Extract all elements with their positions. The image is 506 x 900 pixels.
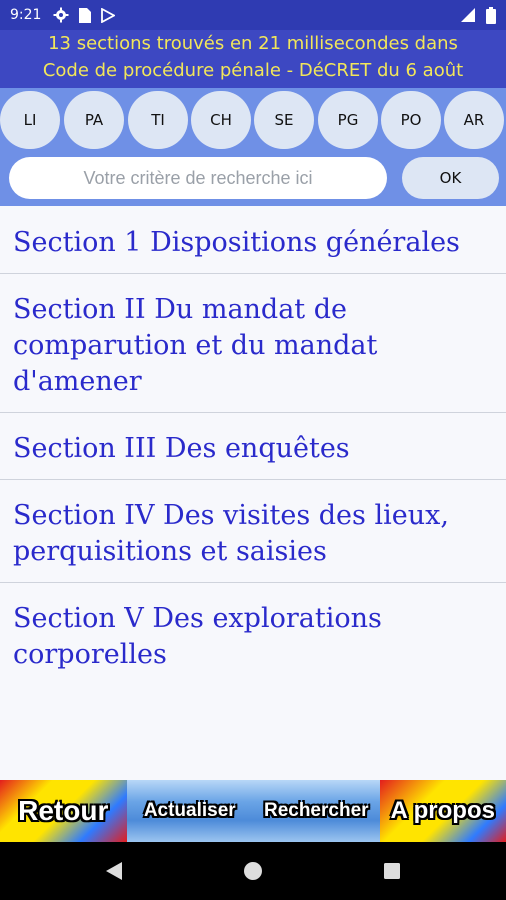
list-item[interactable]: Section II Du mandat de comparution et d…: [0, 274, 506, 413]
signal-icon: [461, 8, 475, 22]
list-item[interactable]: Section IV Des visites des lieux, perqui…: [0, 480, 506, 583]
home-circle-icon[interactable]: [243, 861, 263, 881]
filter-chip-ar[interactable]: AR: [444, 91, 504, 149]
filter-chip-ti[interactable]: TI: [128, 91, 188, 149]
results-list: Section 1 Dispositions générales Section…: [0, 207, 506, 685]
result-title: Section V Des explorations corporelles: [13, 603, 382, 670]
play-store-icon: [101, 7, 116, 23]
results-count-line: 13 sections trouvés en 21 millisecondes …: [48, 33, 458, 54]
filter-chip-pg[interactable]: PG: [318, 91, 378, 149]
document-title-line: Code de procédure pénale - DéCRET du 6 a…: [42, 60, 464, 81]
filter-chip-se[interactable]: SE: [254, 91, 314, 149]
system-nav-bar: [0, 842, 506, 900]
refresh-button[interactable]: Actualiser: [126, 780, 253, 842]
result-title: Section IV Des visites des lieux, perqui…: [13, 500, 449, 567]
settings-icon: [53, 7, 69, 23]
status-bar: 9:21: [0, 0, 506, 30]
filter-chip-po[interactable]: PO: [381, 91, 441, 149]
search-input[interactable]: [9, 157, 387, 199]
result-title: Section 1 Dispositions générales: [13, 227, 460, 258]
about-button[interactable]: A propos: [379, 780, 506, 842]
filter-chip-pa[interactable]: PA: [64, 91, 124, 149]
result-title: Section III Des enquêtes: [13, 433, 350, 464]
status-time: 9:21: [10, 7, 42, 23]
back-triangle-icon[interactable]: [105, 861, 123, 881]
battery-icon: [486, 6, 496, 24]
sim-card-icon: [79, 7, 92, 23]
back-button[interactable]: Retour: [0, 780, 127, 842]
recents-square-icon[interactable]: [383, 862, 401, 880]
filter-chip-li[interactable]: LI: [0, 91, 60, 149]
result-title: Section II Du mandat de comparution et d…: [13, 294, 378, 397]
list-item[interactable]: Section 1 Dispositions générales: [0, 207, 506, 274]
list-item[interactable]: Section V Des explorations corporelles: [0, 583, 506, 685]
ok-button[interactable]: OK: [402, 157, 499, 199]
results-summary-header: 13 sections trouvés en 21 millisecondes …: [0, 30, 506, 88]
list-item[interactable]: Section III Des enquêtes: [0, 413, 506, 480]
search-button[interactable]: Rechercher: [253, 780, 380, 842]
bottom-nav: Retour Actualiser Rechercher A propos: [0, 780, 506, 842]
filter-chip-ch[interactable]: CH: [191, 91, 251, 149]
